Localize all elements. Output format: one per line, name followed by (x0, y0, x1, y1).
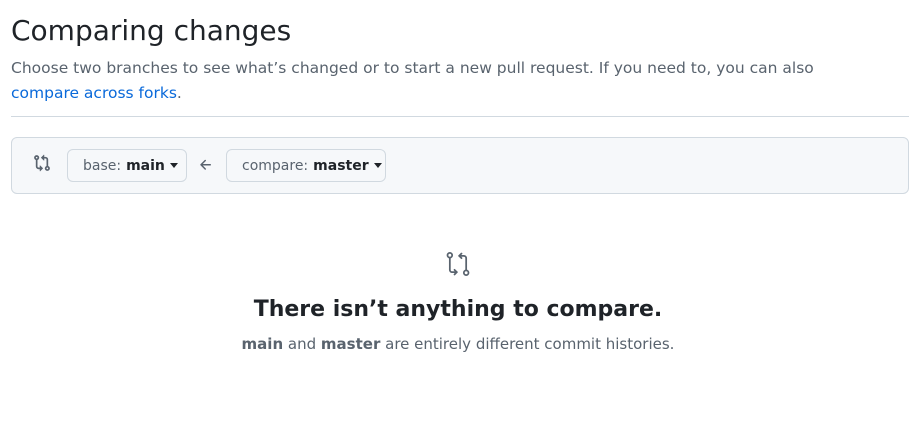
branch-a-name: main (241, 335, 284, 353)
compare-branch-name: master (313, 157, 369, 174)
base-label: base: (83, 157, 122, 174)
base-branch-selector[interactable]: base: main (67, 149, 187, 182)
connector-text: and (287, 335, 317, 353)
blankslate-title: There isn’t anything to compare. (253, 297, 663, 322)
git-compare-icon (33, 154, 51, 172)
caret-down-icon (373, 163, 382, 168)
blankslate-description: main and master are entirely different c… (0, 333, 916, 355)
compare-branch-selector[interactable]: compare: master (226, 149, 386, 182)
compare-page: Comparing changes Choose two branches to… (0, 0, 916, 428)
branch-b-name: master (320, 335, 381, 353)
blankslate: There isn’t anything to compare. main an… (0, 250, 916, 355)
description-suffix: . (176, 84, 182, 102)
base-branch-name: main (126, 157, 165, 174)
page-description: Choose two branches to see what’s change… (11, 56, 871, 106)
compare-label: compare: (242, 157, 309, 174)
git-compare-icon (444, 250, 472, 278)
page-title: Comparing changes (11, 14, 292, 47)
compare-across-forks-link[interactable]: compare across forks (11, 84, 177, 102)
range-editor: base: main compare: master (11, 137, 909, 194)
description-text: Choose two branches to see what’s change… (11, 59, 814, 77)
header-divider (11, 116, 909, 117)
caret-down-icon (169, 163, 178, 168)
arrow-left-icon (198, 157, 214, 173)
blankslate-message: are entirely different commit histories. (385, 335, 675, 353)
